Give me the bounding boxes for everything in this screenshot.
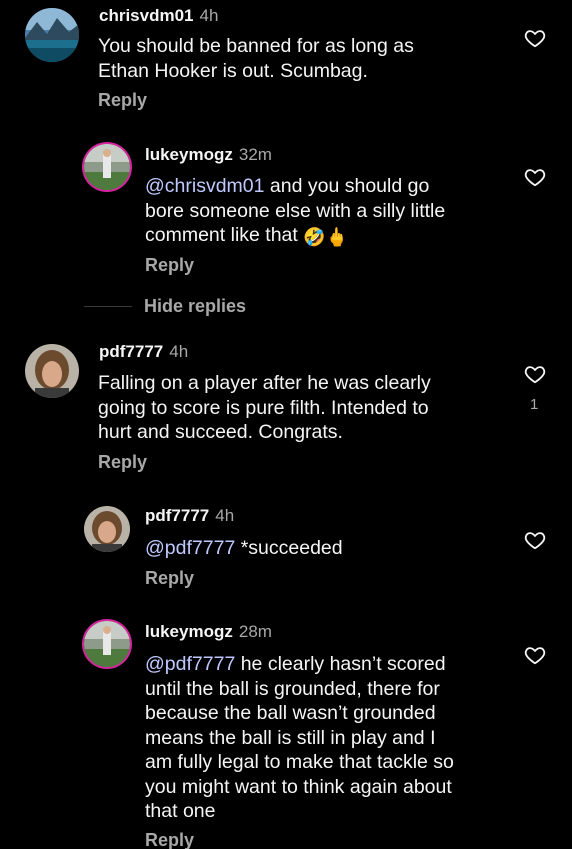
comment-header: lukeymogz 32m	[145, 145, 272, 165]
comment-line: hurt and succeed. Congrats.	[98, 421, 343, 443]
reply-button[interactable]: Reply	[145, 255, 194, 276]
comment-header: chrisvdm01 4h	[99, 6, 218, 26]
comment-line: that one	[145, 800, 216, 822]
comment-text: @pdf7777 he clearly hasn’t scored until …	[145, 652, 454, 824]
comment-line: You should be banned for as long as	[98, 35, 414, 57]
comment-text: @pdf7777 *succeeded	[145, 536, 343, 561]
timestamp: 32m	[238, 145, 272, 164]
comment-text: @chrisvdm01 and you should go bore someo…	[145, 174, 445, 248]
middle-finger-emoji: 🖕	[325, 227, 349, 247]
avatar[interactable]	[25, 344, 79, 398]
comment-line: you might want to think again about	[145, 775, 452, 798]
username[interactable]: pdf7777	[145, 506, 209, 525]
heart-outline-icon[interactable]	[524, 27, 546, 49]
heart-outline-icon[interactable]	[524, 363, 546, 385]
avatar[interactable]	[84, 506, 130, 552]
mention-link[interactable]: @chrisvdm01	[145, 175, 265, 197]
username[interactable]: pdf7777	[99, 342, 163, 361]
comment-line: because the ball wasn’t grounded	[145, 702, 436, 724]
reply-button[interactable]: Reply	[98, 90, 147, 111]
comment-line: and you should go	[264, 175, 430, 197]
like-count: 1	[530, 396, 539, 413]
avatar[interactable]	[84, 621, 130, 667]
avatar[interactable]	[25, 8, 79, 62]
comment-line: he clearly hasn’t scored	[235, 653, 446, 675]
heart-outline-icon[interactable]	[524, 644, 546, 666]
comment-text: Falling on a player after he was clearly…	[98, 371, 431, 445]
username[interactable]: chrisvdm01	[99, 6, 194, 25]
comment-line: means the ball is still in play and I	[145, 726, 436, 749]
comment-header: pdf7777 4h	[99, 342, 188, 362]
avatar[interactable]	[84, 144, 130, 190]
reply-button[interactable]: Reply	[98, 452, 147, 473]
hide-replies-button[interactable]: Hide replies	[144, 296, 246, 317]
comment-header: pdf7777 4h	[145, 506, 234, 526]
comment-text: You should be banned for as long as Etha…	[98, 34, 414, 83]
comment-line: Ethan Hooker is out. Scumbag.	[98, 59, 368, 82]
reply-button[interactable]: Reply	[145, 830, 194, 849]
heart-outline-icon[interactable]	[524, 166, 546, 188]
timestamp: 4h	[199, 6, 219, 25]
mention-link[interactable]: @pdf7777	[145, 653, 235, 675]
rolling-laughing-emoji: 🤣	[303, 227, 326, 247]
timestamp: 4h	[169, 342, 189, 361]
mention-link[interactable]: @pdf7777	[145, 537, 235, 559]
comment-line: *succeeded	[235, 537, 343, 559]
comment-line: am fully legal to make that tackle so	[145, 751, 454, 773]
username[interactable]: lukeymogz	[145, 145, 233, 164]
reply-button[interactable]: Reply	[145, 568, 194, 589]
comment-line: until the ball is grounded, there for	[145, 677, 440, 700]
comment-line: comment like that	[145, 224, 304, 246]
comment-line: going to score is pure filth. Intended t…	[98, 396, 429, 419]
heart-outline-icon[interactable]	[524, 529, 546, 551]
timestamp: 4h	[215, 506, 235, 525]
comment-header: lukeymogz 28m	[145, 622, 272, 642]
divider	[84, 306, 132, 307]
username[interactable]: lukeymogz	[145, 622, 233, 641]
comment-line: Falling on a player after he was clearly	[98, 372, 431, 394]
comment-line: bore someone else with a silly little	[145, 199, 446, 222]
timestamp: 28m	[238, 622, 272, 641]
